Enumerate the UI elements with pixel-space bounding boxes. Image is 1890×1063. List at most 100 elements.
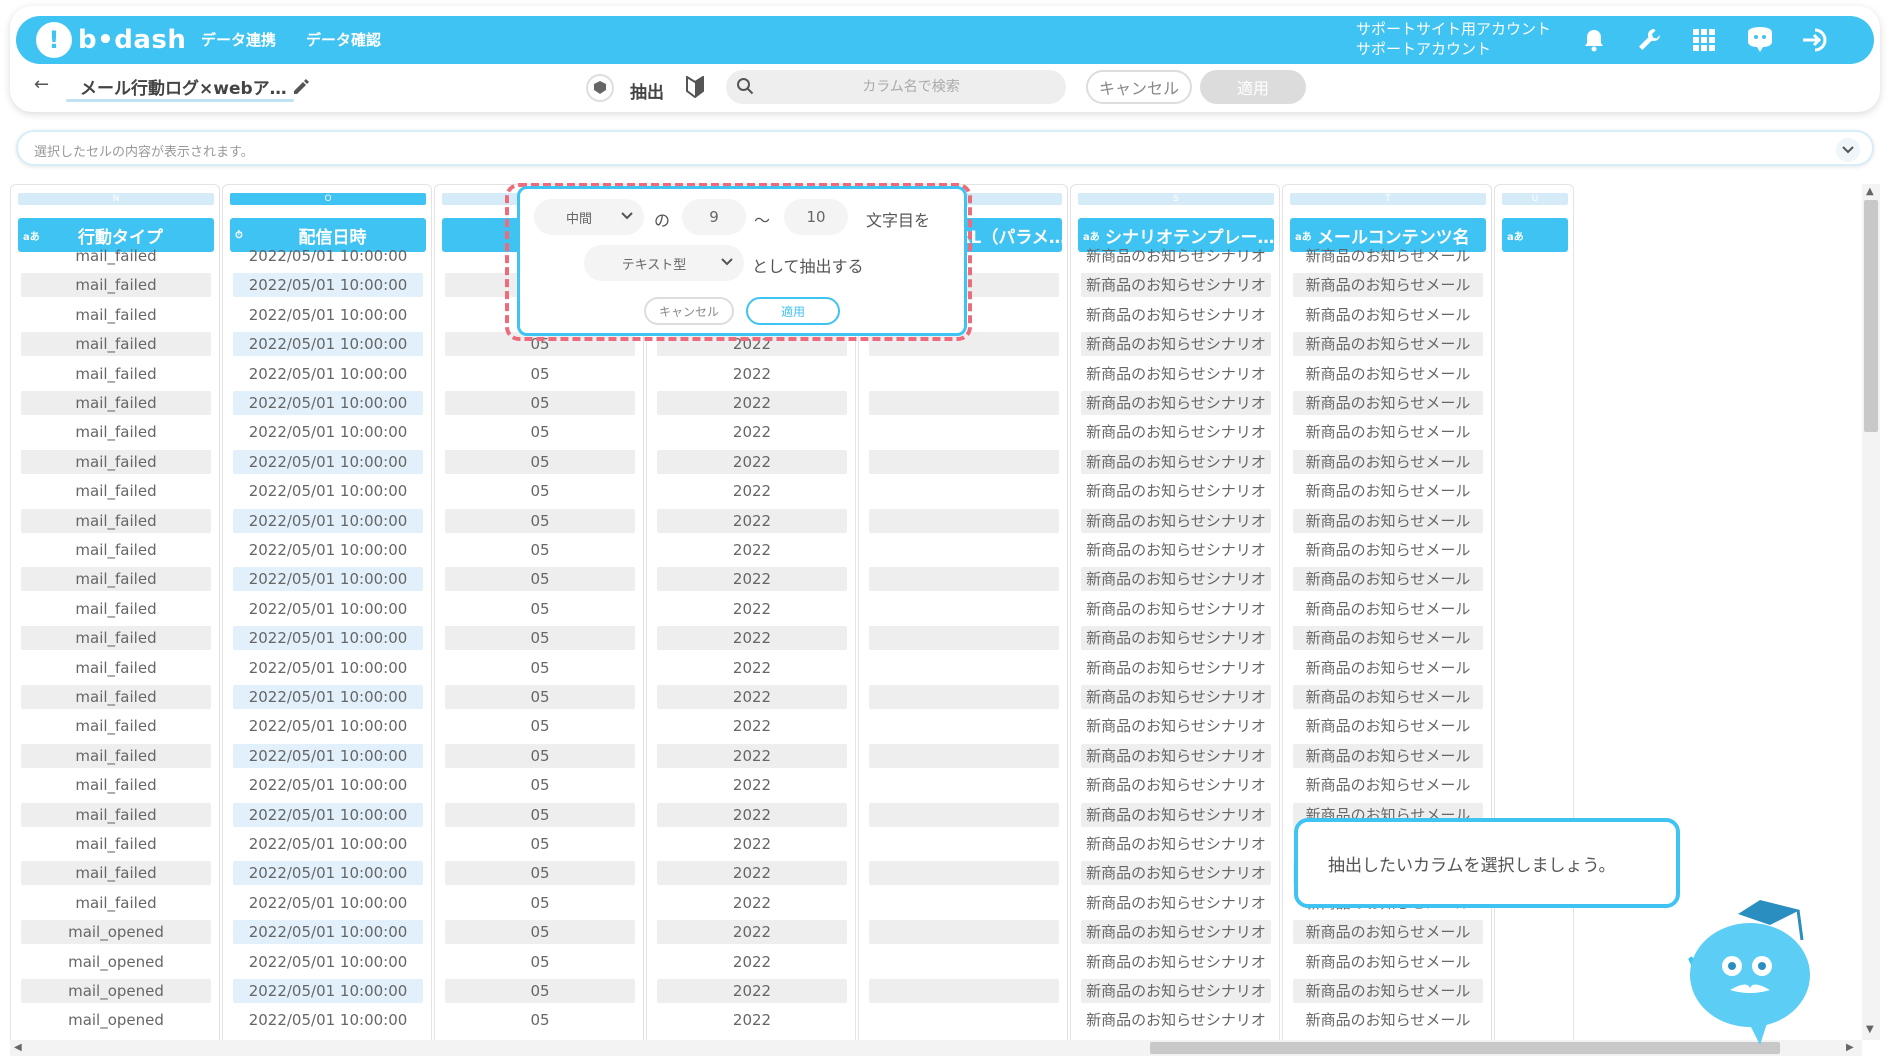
table-cell[interactable]: 2022/05/01 10:00:00 xyxy=(233,626,423,651)
table-cell[interactable]: 新商品のお知らせシナリオ xyxy=(1081,626,1271,651)
table-cell[interactable]: 2022/05/01 10:00:00 xyxy=(233,773,423,797)
table-cell[interactable]: 05 xyxy=(445,950,635,974)
table-cell[interactable]: 新商品のお知らせメール xyxy=(1293,508,1483,533)
table-cell[interactable]: 新商品のお知らせシナリオ xyxy=(1081,508,1271,533)
table-cell[interactable]: 2022 xyxy=(657,362,847,386)
table-cell[interactable]: 新商品のお知らせメール xyxy=(1293,244,1483,268)
table-cell[interactable] xyxy=(869,656,1059,680)
table-cell[interactable]: 05 xyxy=(445,802,635,827)
mascot-chat-icon[interactable] xyxy=(1742,22,1778,58)
grid-column[interactable]: O ⏱ 配信日時 2022/05/01 10:00:00 2022/05/01 10:0… xyxy=(222,184,432,1040)
table-cell[interactable] xyxy=(869,1008,1059,1032)
vertical-scroll-thumb[interactable] xyxy=(1864,200,1878,432)
table-cell[interactable]: 2022/05/01 10:00:00 xyxy=(233,303,423,327)
table-cell[interactable]: 新商品のお知らせメール xyxy=(1293,656,1483,680)
table-cell[interactable]: 2022 xyxy=(657,979,847,1003)
table-cell[interactable] xyxy=(869,979,1059,1003)
table-cell[interactable]: 2022 xyxy=(657,832,847,856)
table-cell[interactable]: 新商品のお知らせシナリオ xyxy=(1081,714,1271,738)
table-cell[interactable]: mail_failed xyxy=(21,449,211,474)
table-cell[interactable]: 05 xyxy=(445,420,635,444)
table-cell[interactable]: 2022 xyxy=(657,861,847,886)
vertical-scrollbar[interactable]: ▲ ▼ xyxy=(1862,184,1880,1040)
table-cell[interactable]: 2022/05/01 10:00:00 xyxy=(233,743,423,768)
table-cell[interactable]: 新商品のお知らせメール xyxy=(1293,362,1483,386)
table-cell[interactable]: 2022 xyxy=(657,391,847,415)
table-cell[interactable]: 2022/05/01 10:00:00 xyxy=(233,273,423,298)
bell-icon[interactable] xyxy=(1576,22,1612,58)
table-cell[interactable]: 2022/05/01 10:00:00 xyxy=(233,508,423,533)
table-cell[interactable]: mail_failed xyxy=(21,332,211,357)
table-cell[interactable]: 新商品のお知らせシナリオ xyxy=(1081,773,1271,797)
table-cell[interactable]: 2022 xyxy=(657,449,847,474)
column-letter[interactable]: O xyxy=(230,193,426,205)
horizontal-scrollbar[interactable]: ◀ ▶ xyxy=(10,1040,1862,1056)
table-cell[interactable] xyxy=(869,626,1059,651)
table-cell[interactable]: 2022 xyxy=(657,1008,847,1032)
table-cell[interactable]: 2022/05/01 10:00:00 xyxy=(233,449,423,474)
table-cell[interactable]: mail_failed xyxy=(21,273,211,298)
column-letter[interactable]: T xyxy=(1290,193,1486,205)
table-cell[interactable]: mail_failed xyxy=(21,303,211,327)
table-cell[interactable] xyxy=(869,920,1059,945)
table-cell[interactable]: 2022 xyxy=(657,891,847,915)
account-info[interactable]: サポートサイト用アカウント サポートアカウント xyxy=(1356,19,1551,59)
table-cell[interactable]: 新商品のお知らせメール xyxy=(1293,479,1483,503)
back-button[interactable]: ← xyxy=(34,74,49,95)
table-cell[interactable]: 2022/05/01 10:00:00 xyxy=(233,802,423,827)
table-cell[interactable]: mail_failed xyxy=(21,391,211,415)
table-cell[interactable] xyxy=(869,538,1059,562)
table-cell[interactable]: 新商品のお知らせメール xyxy=(1293,303,1483,327)
table-cell[interactable]: mail_failed xyxy=(21,861,211,886)
report-title[interactable]: メール行動ログ×webア… xyxy=(80,74,287,99)
table-cell[interactable]: mail_opened xyxy=(21,950,211,974)
table-cell[interactable]: 2022 xyxy=(657,626,847,651)
table-cell[interactable]: 05 xyxy=(445,920,635,945)
table-cell[interactable]: 新商品のお知らせメール xyxy=(1293,950,1483,974)
table-cell[interactable]: 2022/05/01 10:00:00 xyxy=(233,832,423,856)
table-cell[interactable]: 新商品のお知らせシナリオ xyxy=(1081,950,1271,974)
table-cell[interactable]: 新商品のお知らせメール xyxy=(1293,567,1483,592)
table-cell[interactable]: 2022 xyxy=(657,567,847,592)
table-cell[interactable]: 新商品のお知らせメール xyxy=(1293,1008,1483,1032)
table-cell[interactable]: mail_failed xyxy=(21,420,211,444)
table-cell[interactable]: mail_opened xyxy=(21,1008,211,1032)
table-cell[interactable] xyxy=(869,714,1059,738)
table-cell[interactable]: 2022 xyxy=(657,479,847,503)
table-cell[interactable]: 新商品のお知らせメール xyxy=(1293,391,1483,415)
table-cell[interactable]: 新商品のお知らせメール xyxy=(1293,626,1483,651)
table-cell[interactable]: 2022/05/01 10:00:00 xyxy=(233,244,423,268)
table-cell[interactable]: 新商品のお知らせシナリオ xyxy=(1081,891,1271,915)
table-cell[interactable]: 新商品のお知らせシナリオ xyxy=(1081,479,1271,503)
table-cell[interactable] xyxy=(869,449,1059,474)
table-cell[interactable] xyxy=(869,802,1059,827)
table-cell[interactable]: 新商品のお知らせシナリオ xyxy=(1081,920,1271,945)
table-cell[interactable]: 新商品のお知らせシナリオ xyxy=(1081,861,1271,886)
table-cell[interactable]: 05 xyxy=(445,449,635,474)
nav-data-check[interactable]: データ確認 xyxy=(306,29,381,50)
table-cell[interactable]: mail_failed xyxy=(21,685,211,709)
table-cell[interactable]: 05 xyxy=(445,538,635,562)
grid-column[interactable]: Naあ 行動タイプ mail_failed mail_failed mail_faile… xyxy=(10,184,220,1040)
table-cell[interactable] xyxy=(869,391,1059,415)
table-cell[interactable]: mail_failed xyxy=(21,508,211,533)
column-letter[interactable]: U xyxy=(1502,193,1568,205)
table-cell[interactable]: 新商品のお知らせメール xyxy=(1293,538,1483,562)
table-cell[interactable]: mail_failed xyxy=(21,773,211,797)
grid-column[interactable]: Saあ シナリオテンプレー… 新商品のお知らせシナリオ 新商品のお知らせシナリオ 新商品… xyxy=(1070,184,1280,1040)
scroll-left-icon[interactable]: ◀ xyxy=(14,1042,22,1053)
table-cell[interactable]: 新商品のお知らせメール xyxy=(1293,979,1483,1003)
table-cell[interactable]: 新商品のお知らせメール xyxy=(1293,920,1483,945)
table-cell[interactable]: 05 xyxy=(445,656,635,680)
table-cell[interactable]: mail_opened xyxy=(21,920,211,945)
start-position-input[interactable]: 9 xyxy=(682,199,746,235)
table-cell[interactable]: 新商品のお知らせメール xyxy=(1293,332,1483,357)
scroll-right-icon[interactable]: ▶ xyxy=(1846,1042,1854,1053)
table-cell[interactable]: 05 xyxy=(445,979,635,1003)
table-cell[interactable]: 2022/05/01 10:00:00 xyxy=(233,597,423,621)
table-cell[interactable]: 05 xyxy=(445,832,635,856)
table-cell[interactable]: 2022/05/01 10:00:00 xyxy=(233,420,423,444)
table-cell[interactable]: 2022/05/01 10:00:00 xyxy=(233,479,423,503)
table-cell[interactable]: 05 xyxy=(445,685,635,709)
table-cell[interactable] xyxy=(869,891,1059,915)
